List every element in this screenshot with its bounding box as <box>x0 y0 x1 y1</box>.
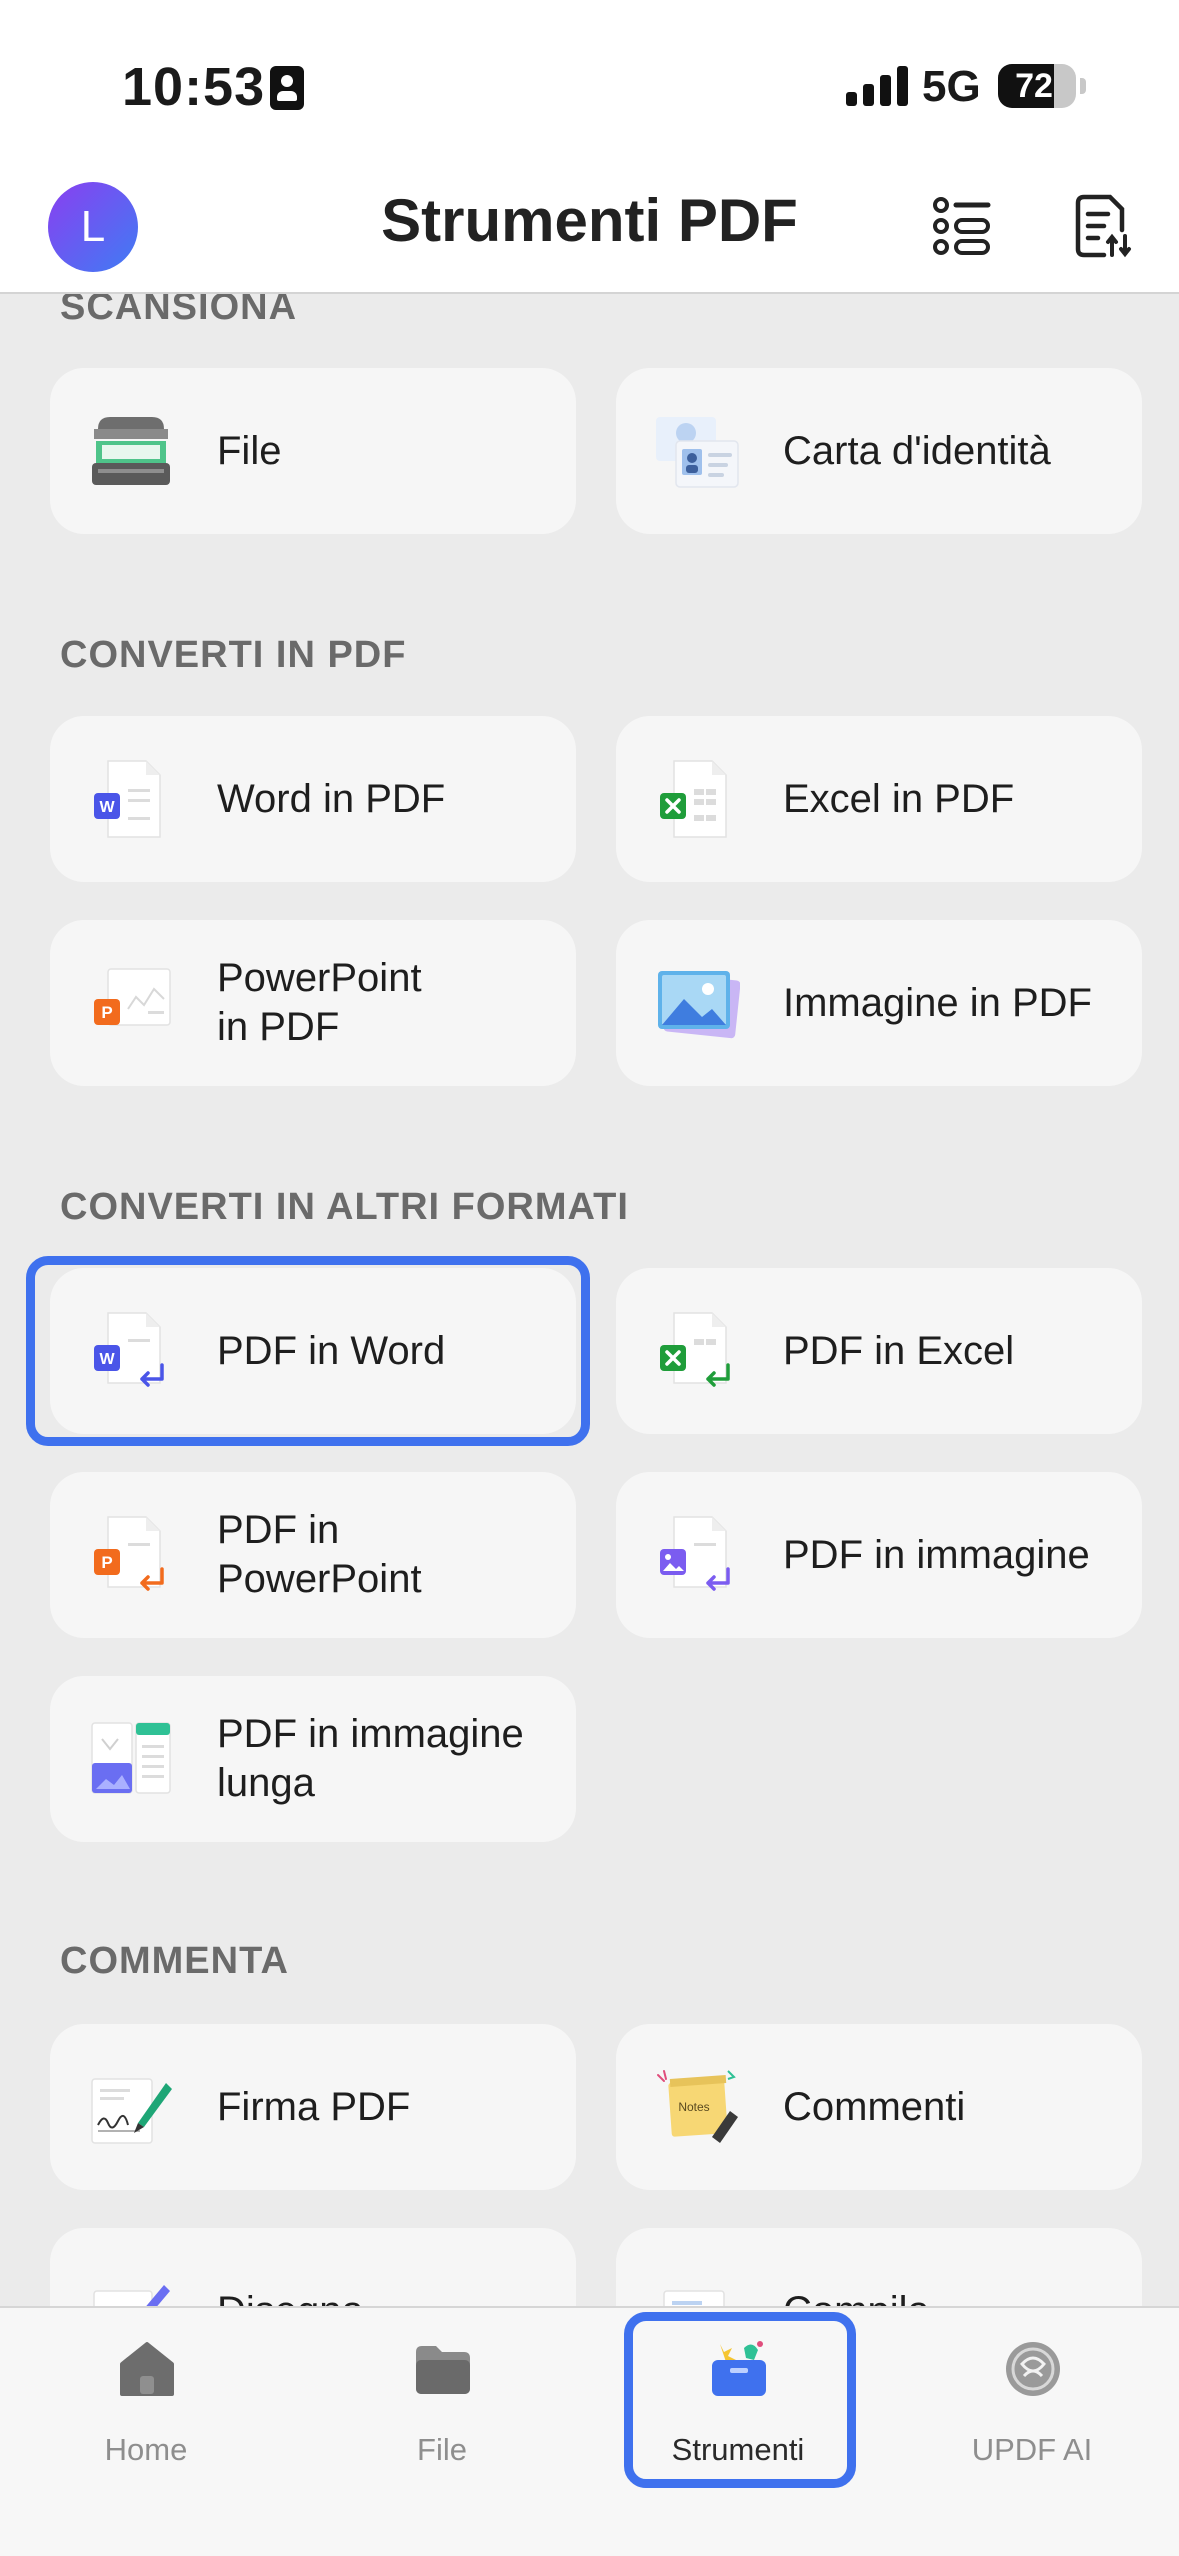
tool-label: File <box>217 428 282 473</box>
scanner-icon <box>92 417 170 485</box>
tab-label: Home <box>104 2432 188 2467</box>
tool-comments[interactable]: Notes Commenti <box>616 2024 1142 2190</box>
image-icon <box>658 971 740 1039</box>
home-icon <box>120 2342 174 2396</box>
tab-label: File <box>417 2432 467 2467</box>
tool-label: PowerPoint in PDF <box>217 956 422 1049</box>
signature-icon <box>91 2078 172 2144</box>
tool-scan-file[interactable]: File <box>50 368 576 534</box>
battery-icon: 72 <box>998 64 1076 108</box>
tool-pdf-to-long-image[interactable]: PDF in immagine lunga <box>50 1676 576 1842</box>
id-card-status-icon <box>270 66 304 110</box>
id-card-icon <box>656 417 739 488</box>
word-doc-icon: W <box>94 760 161 838</box>
tab-file[interactable]: File <box>342 2338 542 2478</box>
tab-highlight <box>624 2312 856 2488</box>
svg-text:P: P <box>101 1553 112 1572</box>
tool-label: Firma PDF <box>217 2084 411 2129</box>
battery-tip <box>1080 78 1086 94</box>
top-bar: 10:53 5G 72 L Strumenti PDF <box>0 0 1179 294</box>
tool-label: Carta d'identità <box>783 428 1051 473</box>
folder-icon <box>416 2346 470 2394</box>
tool-label: PDF in Excel <box>783 1328 1015 1373</box>
tool-sign-pdf[interactable]: Firma PDF <box>50 2024 576 2190</box>
tool-pdf-to-excel[interactable]: PDF in Excel <box>616 1268 1142 1434</box>
tool-label: Immagine in PDF <box>783 980 1092 1025</box>
tool-label: PDF in PowerPoint <box>217 1508 422 1601</box>
list-icon[interactable] <box>932 196 992 256</box>
tool-scan-id-card[interactable]: Carta d'identità <box>616 368 1142 534</box>
status-time: 10:53 <box>122 57 266 117</box>
section-title-to-pdf: CONVERTI IN PDF <box>60 634 407 676</box>
svg-text:Notes: Notes <box>678 2100 709 2114</box>
ai-icon <box>1006 2342 1060 2396</box>
section-title-comment: COMMENTA <box>60 1940 289 1982</box>
tab-bar: Home File Strumenti UPDF AI <box>0 2306 1179 2556</box>
image-icon <box>660 1516 730 1591</box>
selection-highlight <box>26 1256 590 1446</box>
tool-powerpoint-to-pdf[interactable]: P PowerPoint in PDF <box>50 920 576 1086</box>
document-sort-icon[interactable] <box>1074 194 1132 258</box>
page-title: Strumenti PDF <box>381 187 798 254</box>
excel-doc-icon <box>660 760 727 838</box>
tool-label: PDF in immagine lunga <box>217 1712 524 1805</box>
svg-text:P: P <box>101 1003 112 1022</box>
notes-icon: Notes <box>657 2070 738 2143</box>
tool-word-to-pdf[interactable]: W Word in PDF <box>50 716 576 882</box>
signal-icon <box>846 66 908 106</box>
tool-pdf-to-powerpoint[interactable]: P PDF in PowerPoint <box>50 1472 576 1638</box>
tool-label: Excel in PDF <box>783 776 1015 821</box>
long-image-icon <box>91 1722 171 1794</box>
excel-doc-icon <box>660 1312 730 1387</box>
tool-label: Commenti <box>783 2084 966 2129</box>
powerpoint-doc-icon: P <box>94 1516 164 1591</box>
tool-pdf-to-image[interactable]: PDF in immagine <box>616 1472 1142 1638</box>
tool-excel-to-pdf[interactable]: Excel in PDF <box>616 716 1142 882</box>
svg-text:W: W <box>99 799 115 816</box>
tool-image-to-pdf[interactable]: Immagine in PDF <box>616 920 1142 1086</box>
battery-level: 72 <box>1015 67 1053 105</box>
tab-updf-ai[interactable]: UPDF AI <box>932 2338 1132 2478</box>
section-title-other-formats: CONVERTI IN ALTRI FORMATI <box>60 1186 629 1228</box>
tab-home[interactable]: Home <box>46 2338 246 2478</box>
network-type: 5G <box>922 62 981 111</box>
tool-label: PDF in immagine <box>783 1532 1090 1577</box>
tab-label: UPDF AI <box>971 2432 1093 2467</box>
tool-label: Word in PDF <box>217 776 446 821</box>
powerpoint-doc-icon: P <box>94 968 171 1026</box>
